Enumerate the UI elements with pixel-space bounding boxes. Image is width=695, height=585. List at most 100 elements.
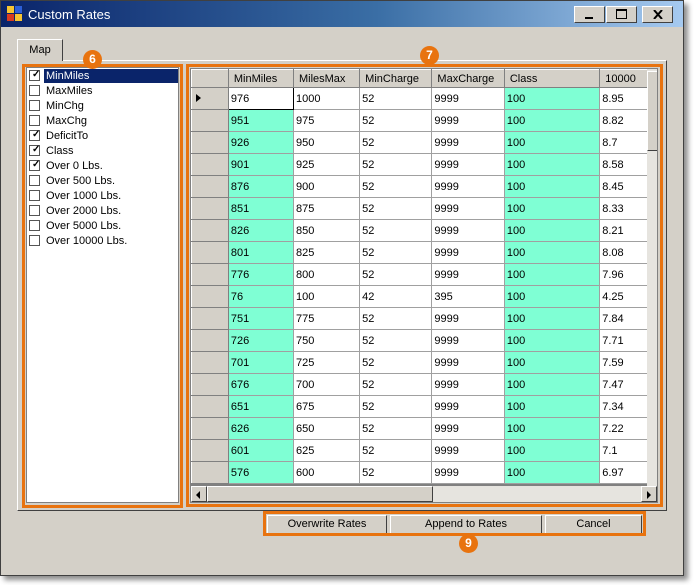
row-header[interactable] — [191, 175, 229, 198]
cell-max-charge[interactable]: 9999 — [431, 395, 505, 418]
table-row[interactable]: 701 725 52 9999 100 7.59 — [191, 351, 657, 374]
cell-min-charge[interactable]: 52 — [359, 439, 433, 462]
cell-min-miles[interactable]: 651 — [227, 395, 294, 418]
table-row[interactable]: 901 925 52 9999 100 8.58 — [191, 153, 657, 176]
cell-max-charge[interactable]: 9999 — [431, 307, 505, 330]
cell-miles-max[interactable]: 625 — [292, 439, 361, 462]
cell-min-miles[interactable]: 76 — [227, 285, 294, 308]
table-row[interactable]: 76 100 42 395 100 4.25 — [191, 285, 657, 308]
cell-min-charge[interactable]: 52 — [359, 351, 433, 374]
cell-min-miles[interactable]: 626 — [227, 417, 294, 440]
checkbox[interactable]: ✓ — [29, 69, 40, 81]
checkbox[interactable] — [29, 235, 40, 246]
cell-min-miles[interactable]: 601 — [227, 439, 294, 462]
cell-miles-max[interactable]: 700 — [292, 373, 361, 396]
cell-max-charge[interactable]: 9999 — [431, 329, 505, 352]
checkbox[interactable] — [29, 115, 40, 126]
cell-class[interactable]: 100 — [503, 461, 601, 484]
checkbox[interactable] — [29, 190, 40, 201]
table-row[interactable]: 826 850 52 9999 100 8.21 — [191, 219, 657, 242]
row-header[interactable] — [191, 395, 229, 418]
table-row[interactable]: 976 1000 52 9999 100 8.95 — [191, 87, 657, 110]
scroll-left-button[interactable] — [191, 486, 207, 502]
row-header[interactable] — [191, 417, 229, 440]
title-bar[interactable]: Custom Rates — [1, 1, 683, 27]
cell-min-charge[interactable]: 52 — [359, 307, 433, 330]
cell-class[interactable]: 100 — [503, 131, 601, 154]
cell-max-charge[interactable]: 9999 — [431, 109, 505, 132]
cell-min-miles[interactable]: 901 — [227, 153, 294, 176]
cell-miles-max[interactable]: 650 — [292, 417, 361, 440]
table-row[interactable]: 801 825 52 9999 100 8.08 — [191, 241, 657, 264]
cell-max-charge[interactable]: 9999 — [431, 241, 505, 264]
table-row[interactable]: 676 700 52 9999 100 7.47 — [191, 373, 657, 396]
cell-miles-max[interactable]: 775 — [292, 307, 361, 330]
cell-max-charge[interactable]: 9999 — [431, 263, 505, 286]
cell-miles-max[interactable]: 975 — [292, 109, 361, 132]
table-row[interactable]: 651 675 52 9999 100 7.34 — [191, 395, 657, 418]
row-header[interactable] — [191, 351, 229, 374]
column-checklist[interactable]: ✓ MinMiles MaxMiles MinChg MaxChg ✓ Defi… — [26, 67, 179, 503]
cell-class[interactable]: 100 — [503, 109, 601, 132]
checklist-item[interactable]: ✓ DeficitTo — [28, 129, 178, 144]
cell-max-charge[interactable]: 9999 — [431, 219, 505, 242]
vertical-scrollbar[interactable] — [647, 69, 657, 487]
cell-min-miles[interactable]: 576 — [227, 461, 294, 484]
column-header[interactable]: MilesMax — [292, 69, 361, 88]
cell-min-miles[interactable]: 801 — [227, 241, 294, 264]
cell-miles-max[interactable]: 750 — [292, 329, 361, 352]
cancel-button[interactable]: Cancel — [545, 515, 642, 534]
cell-class[interactable]: 100 — [503, 175, 601, 198]
checkbox[interactable] — [29, 205, 40, 216]
cell-min-miles[interactable]: 926 — [227, 131, 294, 154]
cell-max-charge[interactable]: 9999 — [431, 351, 505, 374]
cell-class[interactable]: 100 — [503, 329, 601, 352]
cell-max-charge[interactable]: 9999 — [431, 87, 505, 110]
cell-class[interactable]: 100 — [503, 153, 601, 176]
cell-min-charge[interactable]: 42 — [359, 285, 433, 308]
row-header[interactable] — [191, 241, 229, 264]
cell-miles-max[interactable]: 600 — [292, 461, 361, 484]
table-row[interactable]: 851 875 52 9999 100 8.33 — [191, 197, 657, 220]
row-header[interactable] — [191, 87, 229, 110]
minimize-button[interactable] — [574, 6, 605, 23]
cell-class[interactable]: 100 — [503, 219, 601, 242]
checkbox[interactable]: ✓ — [29, 159, 40, 171]
cell-min-miles[interactable]: 951 — [227, 109, 294, 132]
cell-min-charge[interactable]: 52 — [359, 197, 433, 220]
cell-min-miles[interactable]: 976 — [227, 87, 294, 110]
cell-class[interactable]: 100 — [503, 307, 601, 330]
cell-min-miles[interactable]: 876 — [227, 175, 294, 198]
cell-class[interactable]: 100 — [503, 417, 601, 440]
table-row[interactable]: 601 625 52 9999 100 7.1 — [191, 439, 657, 462]
checkbox[interactable] — [29, 175, 40, 186]
checklist-item[interactable]: ✓ Over 0 Lbs. — [28, 159, 178, 174]
cell-min-charge[interactable]: 52 — [359, 417, 433, 440]
cell-miles-max[interactable]: 950 — [292, 131, 361, 154]
cell-miles-max[interactable]: 675 — [292, 395, 361, 418]
cell-min-charge[interactable]: 52 — [359, 219, 433, 242]
column-header[interactable]: MinMiles — [227, 69, 294, 88]
table-row[interactable]: 576 600 52 9999 100 6.97 — [191, 461, 657, 484]
row-header[interactable] — [191, 373, 229, 396]
grid-corner-header[interactable] — [191, 69, 229, 88]
cell-max-charge[interactable]: 9999 — [431, 373, 505, 396]
cell-miles-max[interactable]: 850 — [292, 219, 361, 242]
row-header[interactable] — [191, 131, 229, 154]
vertical-scroll-thumb[interactable] — [647, 71, 657, 151]
checkbox[interactable] — [29, 85, 40, 96]
cell-class[interactable]: 100 — [503, 263, 601, 286]
cell-min-charge[interactable]: 52 — [359, 241, 433, 264]
cell-max-charge[interactable]: 9999 — [431, 175, 505, 198]
row-header[interactable] — [191, 263, 229, 286]
table-row[interactable]: 751 775 52 9999 100 7.84 — [191, 307, 657, 330]
close-button[interactable] — [642, 6, 673, 23]
row-header[interactable] — [191, 329, 229, 352]
column-header[interactable]: MinCharge — [359, 69, 433, 88]
cell-min-miles[interactable]: 751 — [227, 307, 294, 330]
cell-max-charge[interactable]: 9999 — [431, 131, 505, 154]
table-row[interactable]: 926 950 52 9999 100 8.7 — [191, 131, 657, 154]
checklist-item[interactable]: Over 10000 Lbs. — [28, 234, 178, 249]
cell-min-miles[interactable]: 726 — [227, 329, 294, 352]
cell-min-charge[interactable]: 52 — [359, 109, 433, 132]
